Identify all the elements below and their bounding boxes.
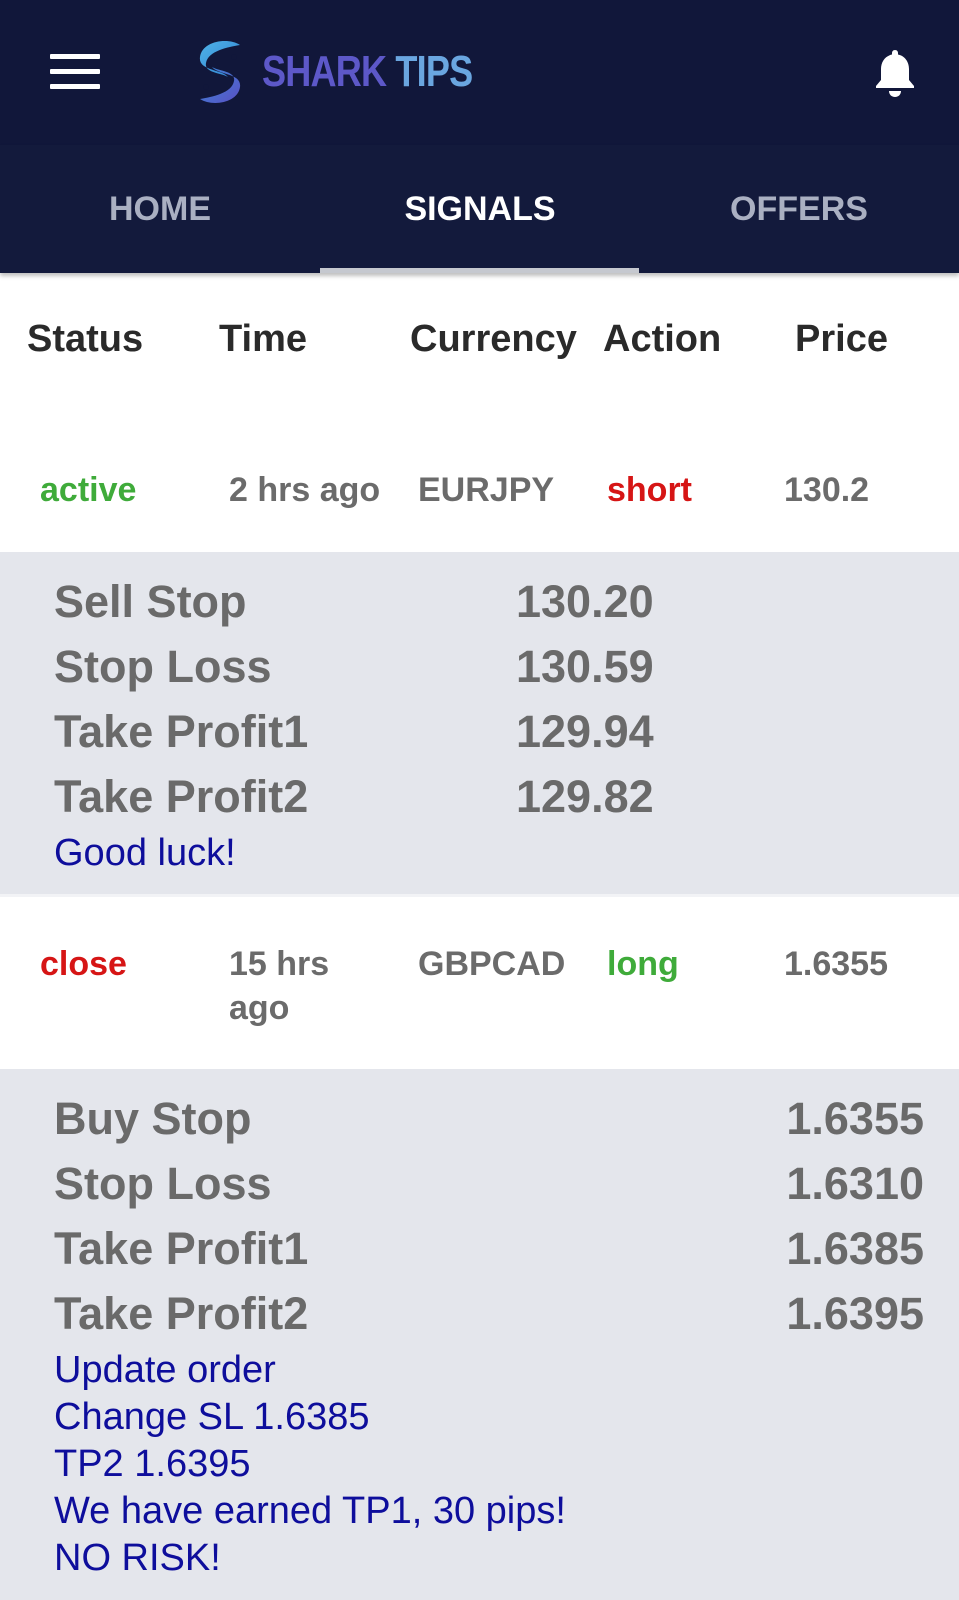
detail-value-take-profit2: 1.6395	[786, 1288, 924, 1339]
tab-signals[interactable]: SIGNALS	[320, 145, 640, 273]
price-label: 130.2	[784, 471, 870, 509]
brand-word-tips: TIPS	[395, 47, 473, 96]
detail-value-take-profit1: 129.94	[516, 706, 654, 757]
detail-value-buy-stop: 1.6355	[786, 1093, 924, 1144]
detail-label-take-profit2: Take Profit2	[54, 771, 309, 822]
hamburger-menu-icon[interactable]	[50, 54, 100, 90]
menu-line	[50, 54, 100, 59]
signal-note: We have earned TP1, 30 pips!	[54, 1490, 566, 1532]
signal-details-panel: Buy Stop 1.6355 Stop Loss 1.6310 Take Pr…	[0, 1069, 959, 1600]
detail-label-buy-stop: Buy Stop	[54, 1093, 252, 1144]
tab-home[interactable]: HOME	[0, 145, 320, 273]
time-label: 15 hrs	[229, 945, 330, 983]
detail-value-stop-loss: 130.59	[516, 641, 654, 692]
detail-label-stop-loss: Stop Loss	[54, 641, 272, 692]
tab-bar: HOME SIGNALS OFFERS	[0, 145, 959, 273]
currency-label: EURJPY	[418, 471, 555, 509]
brand-name: SHARK TIPS	[262, 47, 473, 97]
column-header-status: Status	[27, 318, 144, 360]
menu-line	[50, 69, 100, 74]
detail-label-take-profit1: Take Profit1	[54, 1223, 309, 1274]
detail-value-sell-stop: 130.20	[516, 576, 654, 627]
detail-value-take-profit2: 129.82	[516, 771, 654, 822]
tab-offers[interactable]: OFFERS	[639, 145, 959, 273]
action-label: short	[607, 471, 692, 509]
column-header-currency: Currency	[410, 318, 577, 360]
detail-label-sell-stop: Sell Stop	[54, 576, 247, 627]
signal-note: TP2 1.6395	[54, 1443, 251, 1485]
signal-note: Good luck!	[54, 832, 236, 874]
column-header-time: Time	[219, 318, 308, 360]
detail-label-take-profit1: Take Profit1	[54, 706, 309, 757]
time-label-continued: ago	[229, 989, 290, 1027]
active-tab-indicator	[320, 268, 639, 273]
detail-label-stop-loss: Stop Loss	[54, 1158, 272, 1209]
price-label: 1.6355	[784, 945, 888, 983]
action-label: long	[607, 945, 679, 983]
signal-note: Update order	[54, 1349, 276, 1391]
detail-label-take-profit2: Take Profit2	[54, 1288, 309, 1339]
brand-word-shark: SHARK	[262, 47, 387, 96]
currency-label: GBPCAD	[418, 945, 566, 983]
signal-note: Change SL 1.6385	[54, 1396, 370, 1438]
time-label: 2 hrs ago	[229, 471, 381, 509]
signal-details-panel: Sell Stop 130.20 Stop Loss 130.59 Take P…	[0, 552, 959, 894]
detail-value-take-profit1: 1.6385	[786, 1223, 924, 1274]
status-label: close	[40, 945, 127, 983]
app-header: SHARK TIPS	[0, 0, 959, 145]
signal-note: NO RISK!	[54, 1537, 221, 1579]
column-header-price: Price	[795, 318, 888, 360]
menu-line	[50, 84, 100, 89]
shark-logo-icon	[199, 41, 241, 103]
column-header-action: Action	[603, 318, 722, 360]
bell-icon[interactable]	[872, 48, 918, 98]
shark-tips-logo[interactable]: SHARK TIPS	[192, 38, 518, 106]
row-divider	[0, 894, 959, 897]
status-label: active	[40, 471, 137, 509]
detail-value-stop-loss: 1.6310	[786, 1158, 924, 1209]
